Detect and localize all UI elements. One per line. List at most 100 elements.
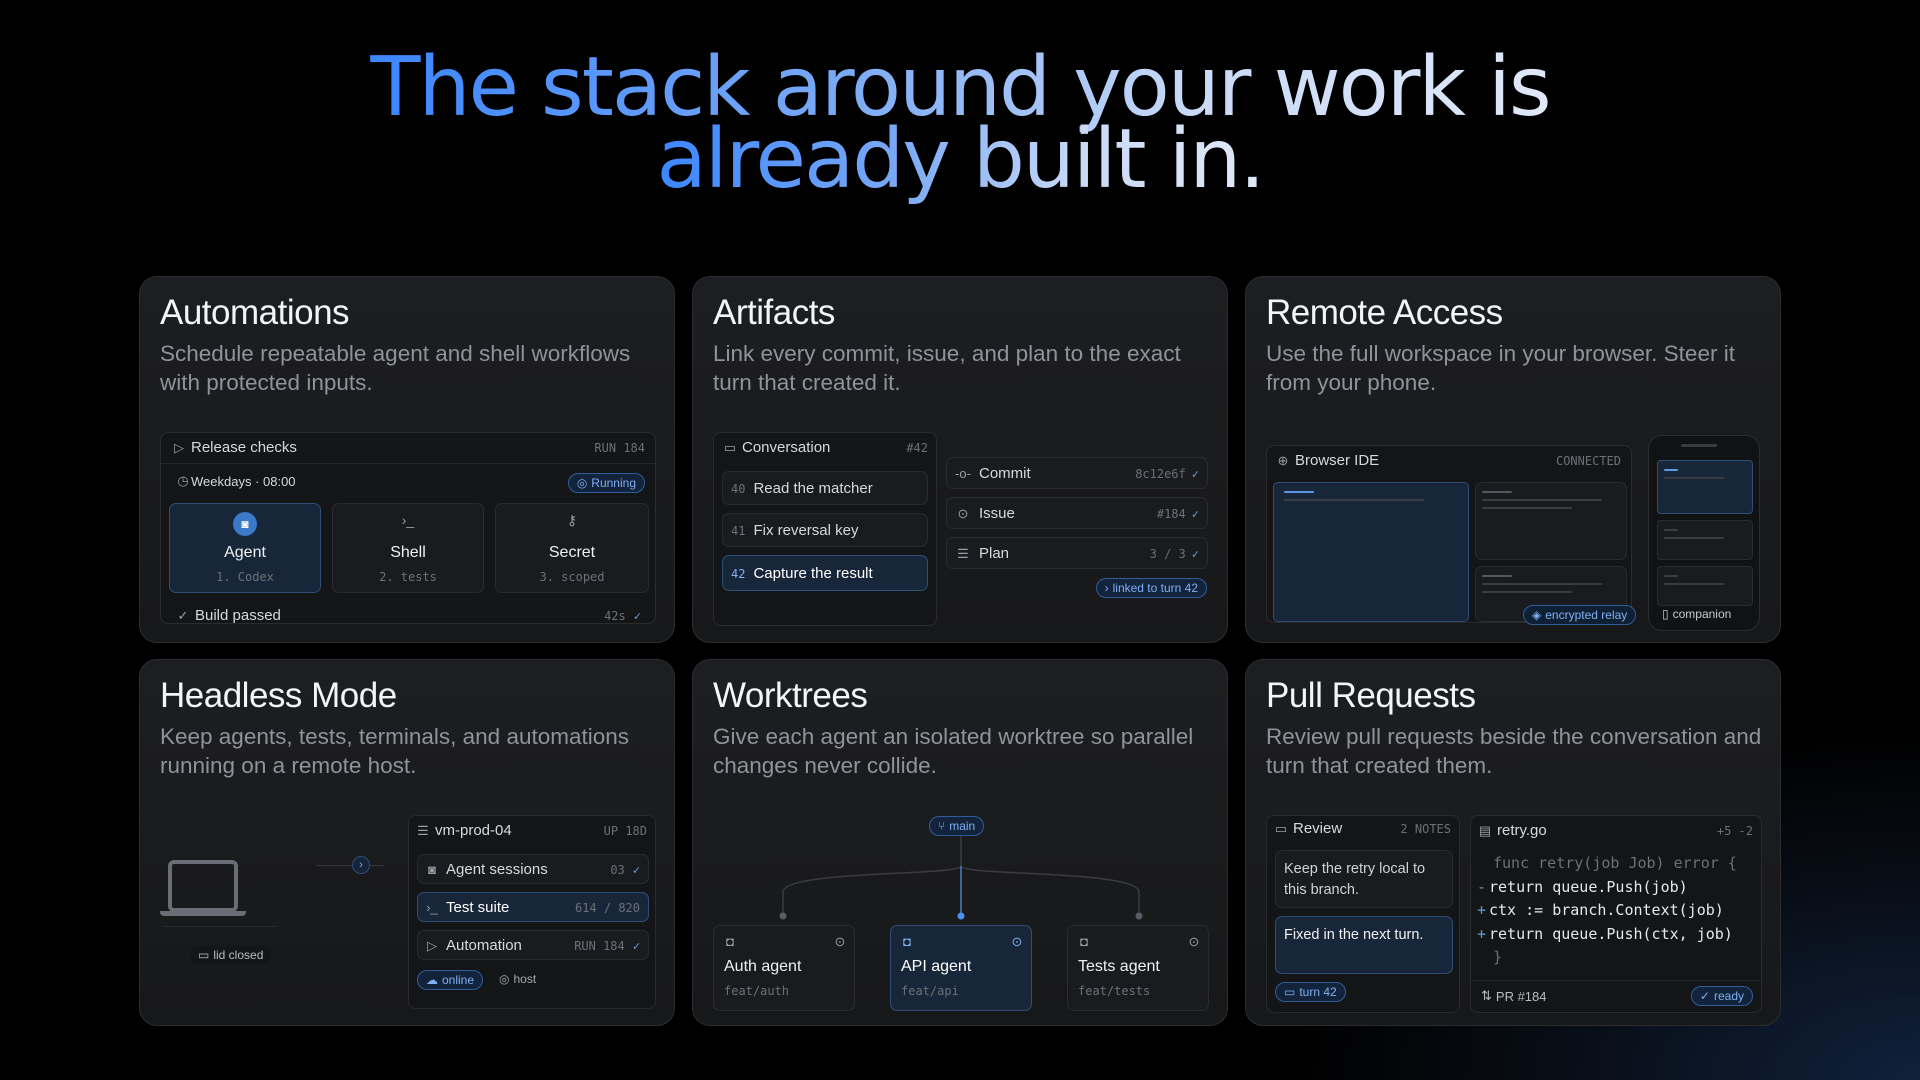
terminal-icon: ›_: [426, 900, 438, 915]
review-note[interactable]: Keep the retry local to this branch.: [1275, 850, 1453, 908]
turn-number: 41: [731, 523, 746, 538]
online-badge: ☁ online: [417, 970, 484, 990]
release-panel: ▷ Release checks RUN 184 ◷ Weekdays · 08:0…: [160, 432, 656, 624]
notes-count: 2 NOTES: [1400, 822, 1451, 836]
step-label: Agent: [224, 544, 266, 561]
link-commit[interactable]: -o- Commit 8c12e6f ✓: [946, 457, 1208, 489]
chat-icon: ▭: [1274, 820, 1288, 836]
turn-item-selected[interactable]: 42 Capture the result: [722, 555, 928, 591]
host-row[interactable]: ▷ Automation RUN 184 ✓: [417, 930, 649, 960]
host-row-selected[interactable]: ›_ Test suite 614 / 820: [417, 892, 649, 922]
panel-title: Release checks: [191, 439, 297, 456]
clock-icon: ◷: [177, 473, 189, 488]
card-description: Schedule repeatable agent and shell work…: [160, 341, 631, 395]
code-line: }: [1477, 946, 1755, 970]
card-title: Artifacts: [713, 293, 835, 332]
agent-label: Auth agent: [724, 958, 802, 975]
turn-label: turn 42: [1299, 985, 1337, 999]
card-title: Automations: [160, 293, 350, 332]
host-text: host: [513, 972, 537, 986]
code-line: + ctx := branch.Context(job): [1477, 899, 1755, 923]
browser-title: Browser IDE: [1295, 452, 1380, 469]
review-note-selected[interactable]: Fixed in the next turn.: [1275, 916, 1453, 974]
artifacts-card: Artifacts Link every commit, issue, and …: [692, 276, 1228, 643]
running-icon: ◎: [576, 476, 588, 490]
step-shell[interactable]: ›_ Shell 2. tests: [332, 503, 484, 593]
remote-card: Remote Access Use the full workspace in …: [1245, 276, 1781, 643]
status-dot-icon: ⊙: [1188, 934, 1200, 949]
host-row[interactable]: ◙ Agent sessions 03 ✓: [417, 854, 649, 884]
row-label: Test suite: [446, 899, 510, 916]
step-agent[interactable]: ◙ Agent 1. Codex: [169, 503, 321, 593]
chat-icon: ▷: [174, 439, 184, 455]
connection-status: CONNECTED: [1555, 454, 1621, 468]
pr-number: PR #184: [1495, 988, 1547, 1004]
card-description: Link every commit, issue, and plan to th…: [713, 341, 1181, 395]
turn-label: Fix reversal key: [753, 522, 859, 539]
robot-icon: ◘: [726, 934, 734, 949]
key-icon: ⚷: [566, 512, 578, 528]
link-plan[interactable]: ☰ Plan 3 / 3 ✓: [946, 537, 1208, 569]
server-icon: ☰: [417, 822, 429, 838]
step-secret[interactable]: ⚷ Secret 3. scoped: [495, 503, 649, 593]
agent-api[interactable]: ◘ ⊙ API agent feat/api: [890, 925, 1032, 1011]
robot-icon: ◘: [1080, 934, 1088, 949]
turn-item[interactable]: 41 Fix reversal key: [722, 513, 928, 547]
link-issue[interactable]: ⊙ Issue #184 ✓: [946, 497, 1208, 529]
agent-branch: feat/api: [901, 984, 959, 998]
link-value: 3 / 3: [1149, 547, 1186, 561]
hero-line-2: already built in.: [656, 112, 1266, 207]
row-value: RUN 184: [574, 939, 625, 953]
check-icon: ✓: [632, 863, 640, 877]
diff-sign: +: [1477, 924, 1487, 943]
ready-badge: ✓ ready: [1690, 986, 1753, 1006]
chat-icon: ▭: [1284, 985, 1296, 999]
agent-branch: feat/auth: [724, 984, 790, 998]
chevron-right-icon: ›: [352, 856, 370, 874]
lid-text: lid closed: [213, 948, 264, 962]
agent-tests[interactable]: ◘ ⊙ Tests agent feat/tests: [1067, 925, 1209, 1011]
uptime: UP 18D: [603, 824, 647, 838]
agent-auth[interactable]: ◘ ⊙ Auth agent feat/auth: [713, 925, 855, 1011]
link-label: Commit: [979, 465, 1031, 482]
file-name: retry.go: [1497, 822, 1547, 839]
diff-sign: -: [1477, 877, 1487, 896]
review-panel: ▭ Review 2 NOTES Keep the retry local to …: [1266, 815, 1460, 1013]
diffstat: +5 -2: [1716, 824, 1753, 838]
shield-icon: ◈: [1532, 608, 1542, 622]
linked-badge[interactable]: › linked to turn 42: [1095, 578, 1207, 598]
conversation-title: Conversation: [742, 439, 831, 456]
code-text: }: [1493, 948, 1503, 966]
conversation-panel: ▭ Conversation #42 40 Read the matcher 41 F…: [713, 432, 937, 626]
diff-panel: ▤ retry.go +5 -2 func retry(job Job) erro…: [1470, 815, 1762, 1013]
check-icon: ✓: [177, 607, 189, 623]
relay-badge: ◈ encrypted relay: [1523, 605, 1637, 625]
code-text: return queue.Push(job): [1489, 877, 1688, 896]
turn-label: Capture the result: [753, 565, 873, 582]
turn-item[interactable]: 40 Read the matcher: [722, 471, 928, 505]
linked-label: linked to turn 42: [1112, 581, 1198, 595]
companion-label: ▯ companion: [1658, 607, 1736, 621]
link-value: #184: [1156, 507, 1186, 521]
main-branch-badge[interactable]: ⑂ main: [929, 816, 985, 836]
code-text: ctx := branch.Context(job): [1489, 901, 1724, 919]
build-result: Build passed: [195, 607, 281, 624]
status-dot-icon: ⊙: [834, 934, 846, 949]
relay-label: encrypted relay: [1545, 608, 1628, 622]
branch-icon: ⑂: [938, 819, 946, 833]
card-title: Remote Access: [1266, 293, 1503, 332]
hero-title: The stack around your work is already bu…: [0, 47, 1920, 201]
check-icon: ✓: [1191, 547, 1199, 561]
pulls-card: Pull Requests Review pull requests besid…: [1245, 659, 1781, 1026]
check-icon: ✓: [1191, 507, 1199, 521]
terminal-icon: ›_: [401, 512, 415, 528]
card-title: Pull Requests: [1266, 676, 1476, 715]
worktrees-card: Worktrees Give each agent an isolated wo…: [692, 659, 1228, 1026]
code-line: - return queue.Push(job): [1477, 876, 1755, 900]
status-label: Running: [591, 476, 636, 490]
online-label: online: [442, 973, 475, 987]
laptop-icon: [168, 860, 238, 912]
link-label: Plan: [979, 545, 1010, 562]
run-id: RUN 184: [594, 441, 645, 455]
turn-badge[interactable]: ▭ turn 42: [1275, 982, 1346, 1002]
